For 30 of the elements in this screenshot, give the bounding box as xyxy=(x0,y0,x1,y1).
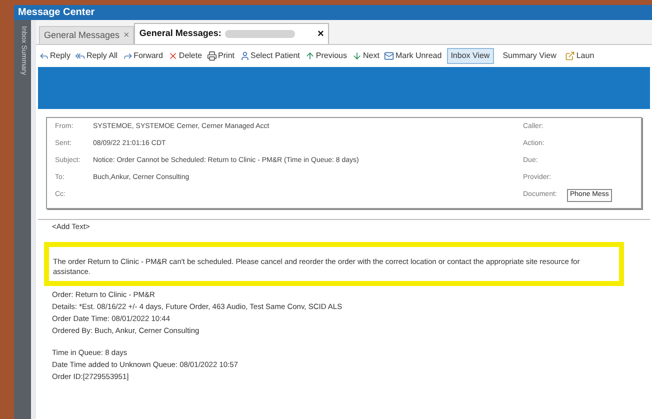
view-toggle[interactable]: Summary View xyxy=(498,48,560,64)
toolbar-button[interactable]: Reply xyxy=(39,50,70,62)
close-tab-button[interactable]: × xyxy=(124,28,130,43)
up-arrow-icon xyxy=(304,51,315,61)
tab-label: General Messages: xyxy=(139,27,222,40)
envelope-icon xyxy=(384,51,394,61)
toolbar-button[interactable]: Select Patient xyxy=(240,50,300,62)
toolbar-button[interactable]: Print xyxy=(207,50,234,62)
toolbar-button[interactable]: Mark Unread xyxy=(384,50,442,62)
toolbar-button[interactable]: Forward xyxy=(122,50,163,62)
redacted-name xyxy=(225,30,296,38)
forward-icon xyxy=(122,51,133,61)
down-arrow-icon xyxy=(352,51,362,61)
window-title: Message Center xyxy=(17,6,96,20)
tab[interactable]: General Messages: × xyxy=(134,23,329,44)
toolbar-button[interactable]: Next xyxy=(352,50,380,62)
toolbar-button[interactable]: Previous xyxy=(304,50,347,62)
toolbar-button[interactable]: Delete xyxy=(168,50,202,62)
toolbar-button[interactable]: Laun xyxy=(565,50,594,62)
reply-icon xyxy=(39,51,49,61)
tab[interactable]: General Messages × xyxy=(39,26,134,44)
tab-label: General Messages xyxy=(44,28,120,42)
delete-icon xyxy=(168,51,178,61)
window-icon xyxy=(565,51,576,61)
reply-all-icon xyxy=(75,51,86,61)
toolbar-button[interactable]: Reply All xyxy=(75,50,118,62)
person-icon xyxy=(240,51,250,61)
view-toggle[interactable]: Inbox View xyxy=(446,48,494,64)
printer-icon xyxy=(207,51,218,61)
close-tab-button[interactable]: × xyxy=(317,26,324,42)
